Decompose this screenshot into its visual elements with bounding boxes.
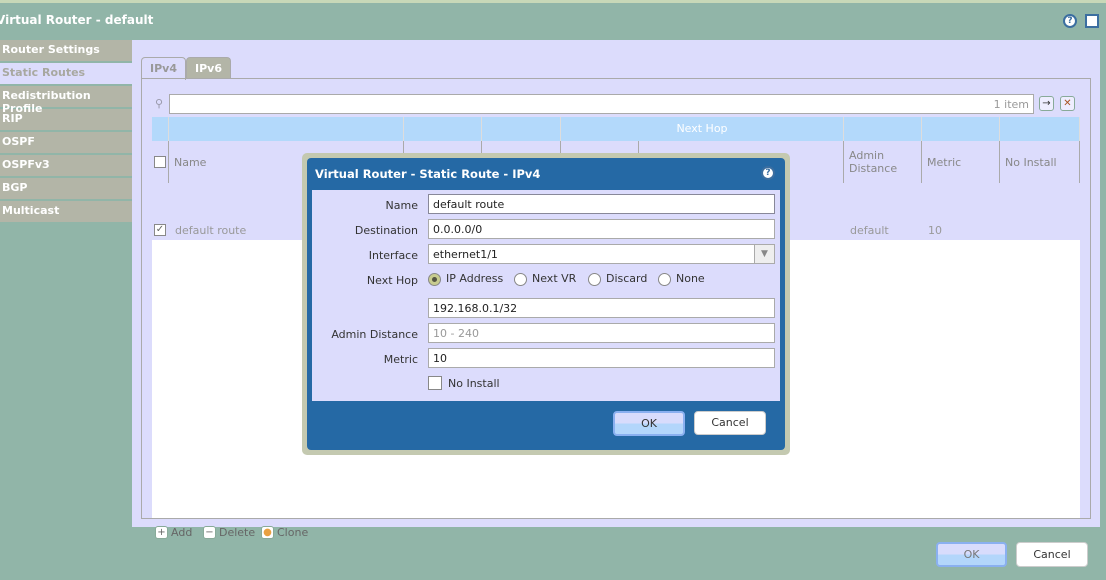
radio-label: IP Address: [446, 272, 504, 285]
add-button[interactable]: + Add: [155, 526, 192, 539]
radio-icon: [514, 272, 527, 286]
next-hop-discard-radio[interactable]: Discard: [588, 272, 647, 286]
no-install-checkbox[interactable]: No Install: [428, 376, 500, 390]
apply-filter-icon[interactable]: →: [1039, 96, 1054, 111]
minimize-icon[interactable]: [1085, 14, 1099, 28]
clone-label: Clone: [277, 526, 309, 539]
clone-button[interactable]: ● Clone: [261, 526, 308, 539]
dialog-ok-button[interactable]: OK: [613, 411, 685, 436]
tab-ipv6[interactable]: IPv6: [186, 57, 231, 79]
next-hop-header: Next Hop: [561, 117, 844, 141]
sidebar-item-rip[interactable]: RIP: [0, 109, 132, 130]
next-hop-ip-input[interactable]: 192.168.0.1/32: [428, 298, 775, 318]
radio-label: Next VR: [532, 272, 577, 285]
sidebar-item-redistribution-profile[interactable]: Redistribution Profile: [0, 86, 132, 115]
radio-label: Discard: [606, 272, 648, 285]
sidebar-item-bgp[interactable]: BGP: [0, 178, 132, 199]
admin-distance-label: Admin Distance: [331, 328, 418, 341]
select-all-checkbox[interactable]: [154, 156, 166, 168]
dialog-title: Virtual Router - Static Route - IPv4: [315, 167, 541, 181]
row-name[interactable]: default route: [175, 224, 246, 237]
metric-label: Metric: [383, 353, 418, 366]
radio-icon: [658, 272, 671, 286]
tab-ipv4[interactable]: IPv4: [141, 57, 186, 80]
metric-input[interactable]: 10: [428, 348, 775, 368]
delete-label: Delete: [219, 526, 256, 539]
dialog-cancel-button[interactable]: Cancel: [694, 411, 766, 435]
sidebar-item-ospf[interactable]: OSPF: [0, 132, 132, 153]
no-install-label: No Install: [448, 376, 500, 390]
row-metric: 10: [928, 224, 942, 237]
next-hop-none-radio[interactable]: None: [658, 272, 705, 286]
next-hop-next-vr-radio[interactable]: Next VR: [514, 272, 576, 286]
column-admin-distance[interactable]: Admin Distance: [844, 141, 922, 183]
row-admin-distance: default: [850, 224, 889, 237]
dialog-help-icon[interactable]: ?: [761, 166, 775, 180]
radio-icon: [588, 272, 601, 286]
admin-distance-input[interactable]: 10 - 240: [428, 323, 775, 343]
item-count: 1 item: [993, 98, 1029, 111]
footer-ok-button[interactable]: OK: [936, 542, 1007, 567]
search-icon: ⚲: [155, 97, 164, 110]
title-bar: Virtual Router - default ?: [0, 0, 1106, 40]
footer-cancel-button[interactable]: Cancel: [1016, 542, 1088, 567]
search-input[interactable]: 1 item: [169, 94, 1034, 114]
window-title: Virtual Router - default: [0, 13, 154, 27]
static-route-dialog: Virtual Router - Static Route - IPv4 ? N…: [302, 153, 790, 455]
add-label: Add: [171, 526, 193, 539]
interface-select[interactable]: ethernet1/1 ▼: [428, 244, 775, 264]
sidebar: Router Settings Static Routes Redistribu…: [0, 40, 132, 224]
name-input[interactable]: default route: [428, 194, 775, 214]
clone-icon: ●: [261, 526, 274, 539]
destination-label: Destination: [354, 224, 418, 237]
next-hop-label: Next Hop: [366, 274, 418, 287]
radio-label: None: [676, 272, 705, 285]
delete-icon: −: [203, 526, 216, 539]
sidebar-item-router-settings[interactable]: Router Settings: [0, 40, 132, 61]
destination-input[interactable]: 0.0.0.0/0: [428, 219, 775, 239]
add-icon: +: [155, 526, 168, 539]
help-icon[interactable]: ?: [1063, 14, 1077, 28]
checkbox-icon: [428, 376, 442, 390]
sidebar-item-static-routes[interactable]: Static Routes: [0, 63, 132, 84]
interface-value: ethernet1/1: [433, 248, 498, 261]
column-no-install[interactable]: No Install: [1000, 141, 1080, 183]
next-hop-ip-radio[interactable]: IP Address: [428, 272, 503, 286]
interface-label: Interface: [368, 249, 418, 262]
radio-selected-icon: [428, 272, 441, 286]
delete-button[interactable]: − Delete: [203, 526, 255, 539]
column-metric[interactable]: Metric: [922, 141, 1000, 183]
chevron-down-icon[interactable]: ▼: [754, 245, 774, 263]
name-label: Name: [385, 199, 418, 212]
route-form: Name default route Destination 0.0.0.0/0…: [312, 190, 780, 401]
sidebar-item-multicast[interactable]: Multicast: [0, 201, 132, 222]
sidebar-item-ospfv3[interactable]: OSPFv3: [0, 155, 132, 176]
row-checkbox[interactable]: ✓: [154, 224, 166, 236]
clear-filter-icon[interactable]: ✕: [1060, 96, 1075, 111]
